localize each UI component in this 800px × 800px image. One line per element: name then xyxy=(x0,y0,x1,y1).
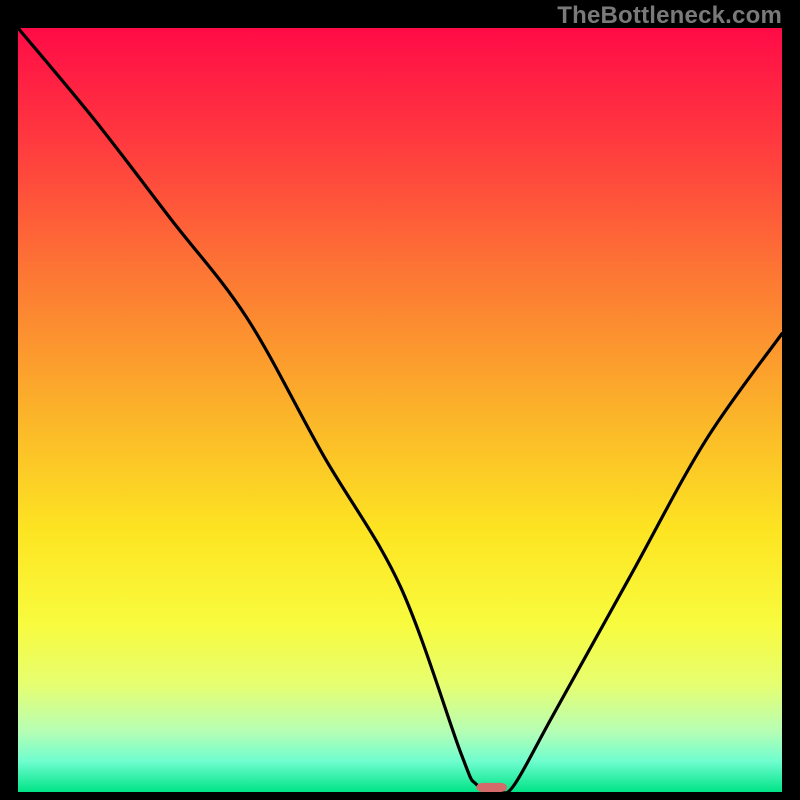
bottleneck-chart xyxy=(18,28,782,792)
gradient-background xyxy=(18,28,782,792)
optimum-marker xyxy=(476,783,507,792)
chart-frame xyxy=(18,28,782,792)
watermark-text: TheBottleneck.com xyxy=(557,2,782,30)
